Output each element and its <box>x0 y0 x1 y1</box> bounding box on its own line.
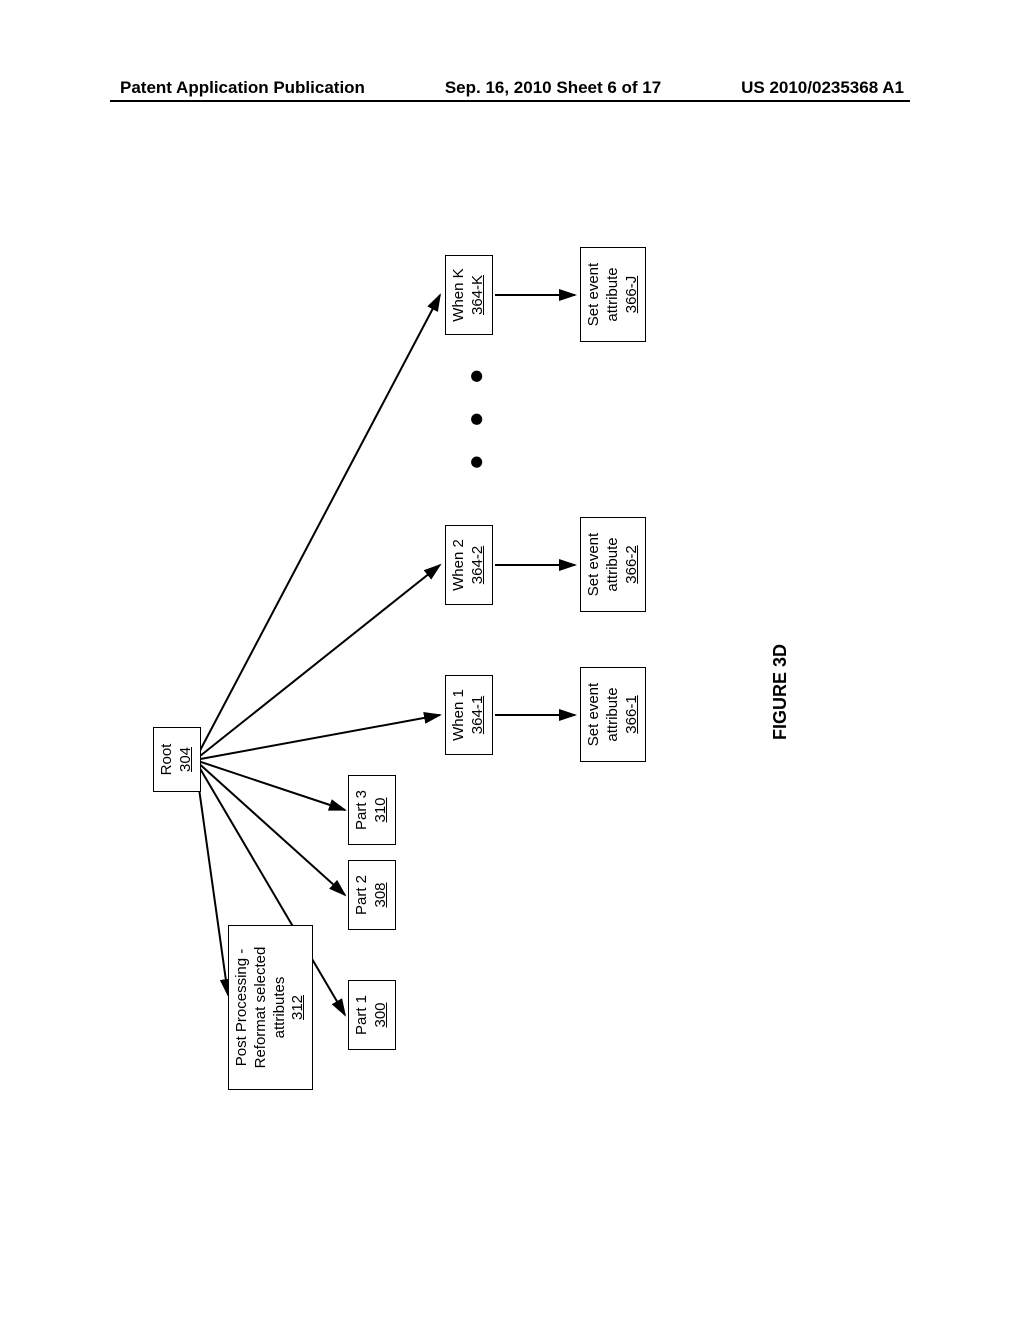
node-post-processing: Post Processing - Reformat selected attr… <box>228 925 313 1090</box>
part1-ref: 300 <box>372 1002 389 1027</box>
header-center: Sep. 16, 2010 Sheet 6 of 17 <box>445 78 661 98</box>
part1-label: Part 1 <box>353 995 370 1035</box>
part3-ref: 310 <box>372 797 389 822</box>
node-part-1: Part 1 300 <box>348 980 396 1050</box>
node-root: Root 304 <box>153 727 201 792</box>
part3-label: Part 3 <box>353 790 370 830</box>
when2-ref: 364-2 <box>469 546 486 584</box>
setj-ref: 366-J <box>623 276 640 314</box>
root-label: Root <box>158 744 175 776</box>
postproc-line2: Reformat selected <box>252 947 269 1069</box>
postproc-line1: Post Processing - <box>233 949 250 1067</box>
set1-ref: 366-1 <box>623 695 640 733</box>
set2-line2: attribute <box>604 537 621 591</box>
whenk-ref: 364-K <box>469 275 486 315</box>
node-when-k: When K 364-K <box>445 255 493 335</box>
ellipsis-dots: ● ● ● <box>460 358 491 470</box>
node-when-1: When 1 364-1 <box>445 675 493 755</box>
node-set-event-1: Set event attribute 366-1 <box>580 667 646 762</box>
postproc-line3: attributes <box>271 977 288 1039</box>
set2-ref: 366-2 <box>623 545 640 583</box>
when2-label: When 2 <box>450 539 467 591</box>
setj-line2: attribute <box>604 267 621 321</box>
set1-line2: attribute <box>604 687 621 741</box>
figure-caption: FIGURE 3D <box>770 644 791 740</box>
setj-line1: Set event <box>585 263 602 326</box>
node-part-2: Part 2 308 <box>348 860 396 930</box>
header-left: Patent Application Publication <box>120 78 365 98</box>
part2-ref: 308 <box>372 882 389 907</box>
header-rule <box>110 100 910 102</box>
diagram-rotated-container: Root 304 Post Processing - Reformat sele… <box>120 170 910 1110</box>
node-set-event-j: Set event attribute 366-J <box>580 247 646 342</box>
node-set-event-2: Set event attribute 366-2 <box>580 517 646 612</box>
part2-label: Part 2 <box>353 875 370 915</box>
root-ref: 304 <box>177 747 194 772</box>
page-header: Patent Application Publication Sep. 16, … <box>0 78 1024 98</box>
node-when-2: When 2 364-2 <box>445 525 493 605</box>
node-part-3: Part 3 310 <box>348 775 396 845</box>
when1-label: When 1 <box>450 689 467 741</box>
header-right: US 2010/0235368 A1 <box>741 78 904 98</box>
set2-line1: Set event <box>585 533 602 596</box>
figure-canvas: Root 304 Post Processing - Reformat sele… <box>120 170 910 1110</box>
postproc-ref: 312 <box>289 995 306 1020</box>
set1-line1: Set event <box>585 683 602 746</box>
when1-ref: 364-1 <box>469 696 486 734</box>
whenk-label: When K <box>450 268 467 321</box>
